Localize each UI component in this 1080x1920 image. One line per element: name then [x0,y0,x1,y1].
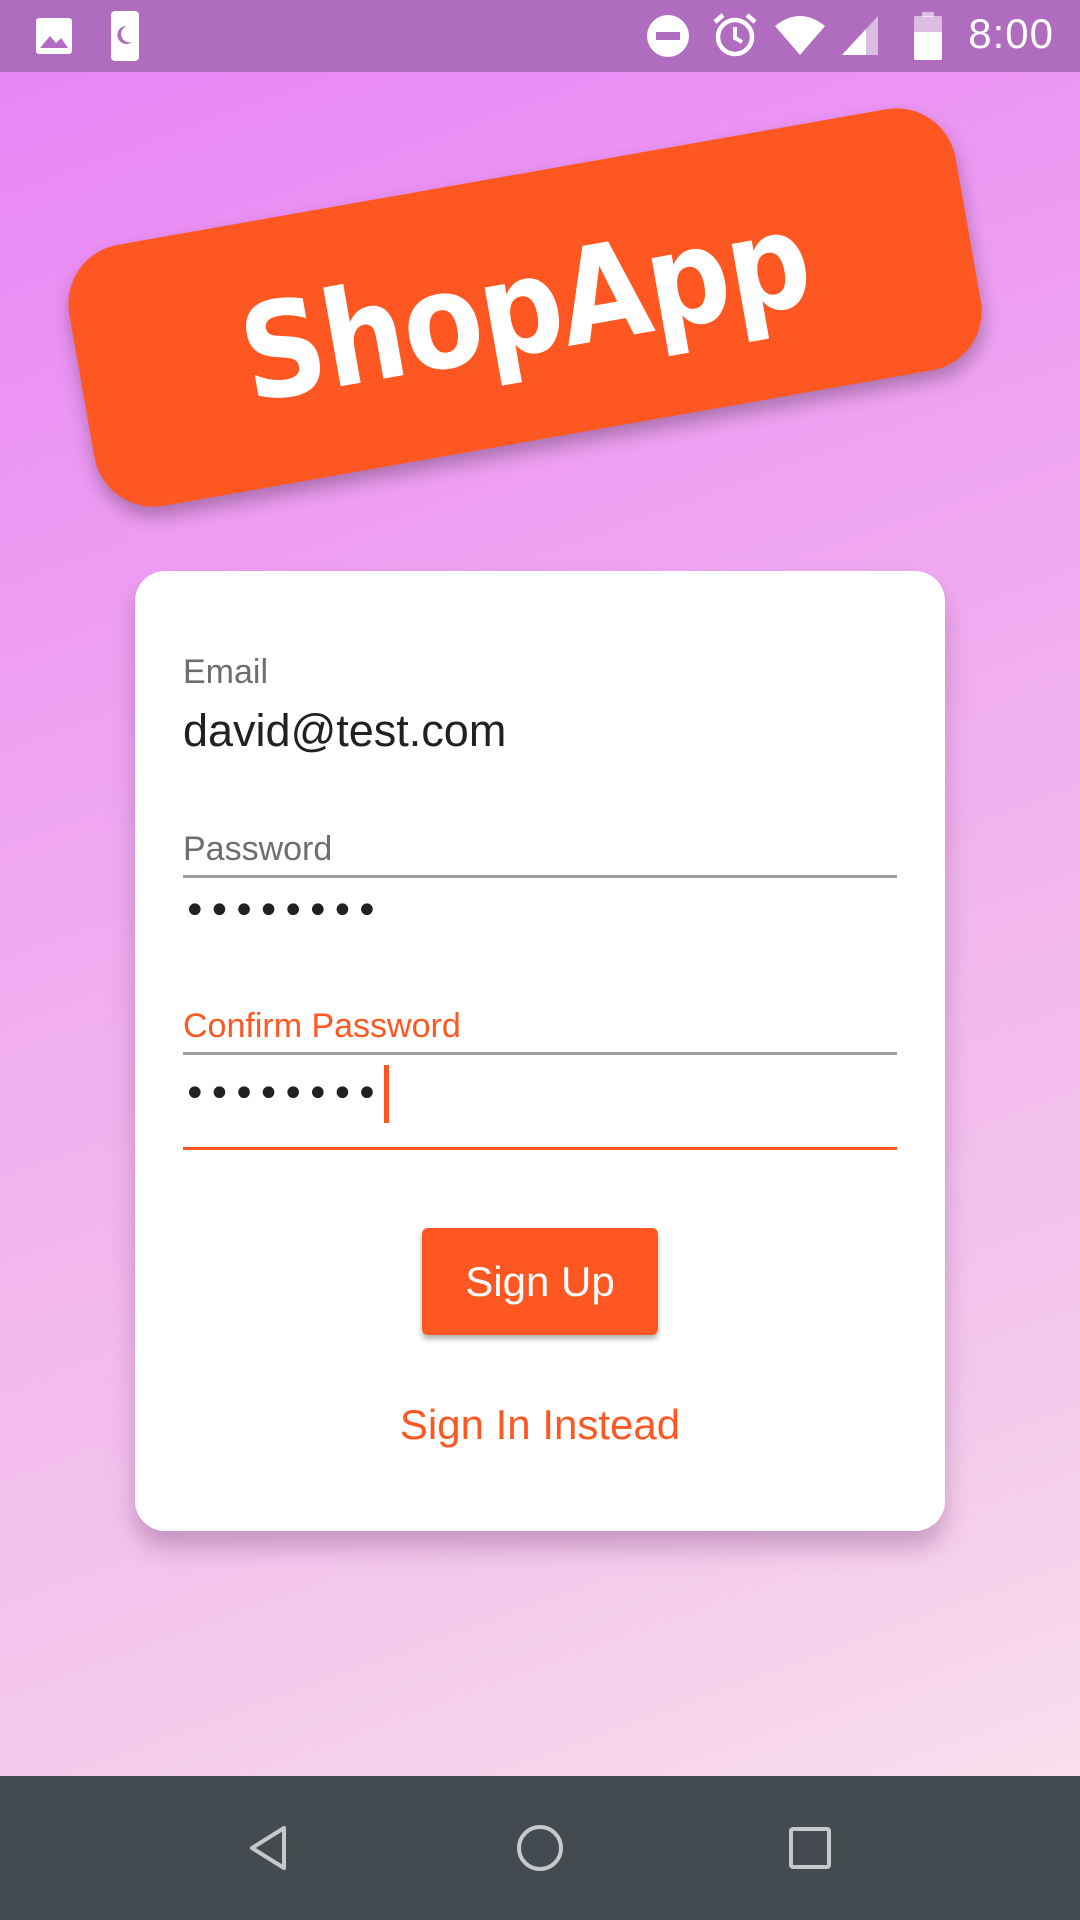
app-title: ShopApp [229,181,821,434]
status-bar: 8:00 [0,0,1080,72]
signal-icon [842,16,878,55]
navigation-bar [0,1776,1080,1920]
alarm-icon [713,13,757,57]
email-value: david@test.com [183,705,507,756]
confirm-password-underline [183,1147,897,1150]
moon-icon [111,11,139,61]
wifi-icon [775,16,825,55]
gallery-icon [36,18,72,54]
email-label: Email [183,653,269,691]
recents-icon[interactable] [780,1818,840,1878]
sign-in-instead-button[interactable]: Sign In Instead [135,1401,945,1449]
password-value: •••••••• [183,888,380,934]
auth-card: Email david@test.com Password •••••••• C… [135,571,945,1531]
confirm-password-label: Confirm Password [183,1007,461,1045]
sign-up-button[interactable]: Sign Up [422,1228,658,1335]
battery-icon [914,12,942,60]
text-cursor [383,1065,389,1123]
home-icon[interactable] [510,1818,570,1878]
email-field[interactable]: Email david@test.com [183,653,897,878]
do-not-disturb-icon [647,15,689,57]
confirm-password-value: •••••••• [183,1065,389,1123]
status-time: 8:00 [968,10,1054,57]
confirm-password-field[interactable]: Confirm Password •••••••• [183,1007,897,1150]
app-logo-banner: ShopApp [58,98,992,517]
auth-screen: 8:00 ShopApp Email david@test.com Passwo… [0,0,1080,1920]
password-label: Password [183,830,333,868]
back-icon[interactable] [240,1818,300,1878]
password-field[interactable]: Password •••••••• [183,830,897,1055]
